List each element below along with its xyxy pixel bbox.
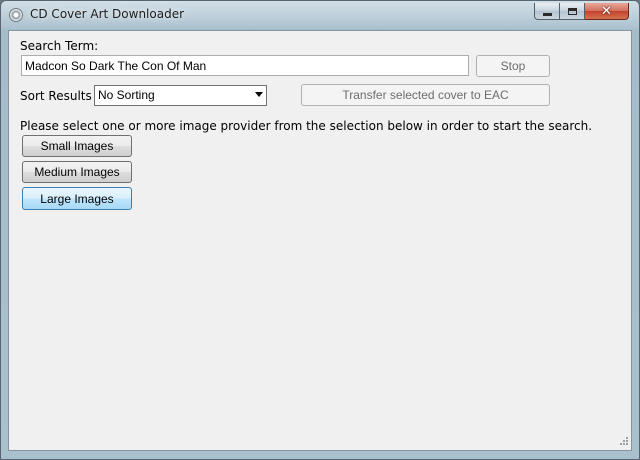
search-term-input[interactable]: Madcon So Dark The Con Of Man [21,55,469,76]
sort-results-select[interactable]: No Sorting [94,85,267,106]
minimize-icon [542,12,552,16]
small-images-button[interactable]: Small Images [22,135,132,157]
app-window: CD Cover Art Downloader ✕ Search Term: M… [0,0,640,460]
window-title: CD Cover Art Downloader [30,7,185,21]
maximize-icon [567,7,577,15]
client-area: Search Term: Madcon So Dark The Con Of M… [8,30,632,451]
cd-disc-icon[interactable] [9,8,23,22]
large-images-button[interactable]: Large Images [22,187,132,210]
chevron-down-icon [255,92,263,97]
stop-button[interactable]: Stop [476,55,550,77]
maximize-button[interactable] [560,3,585,20]
instructions-text: Please select one or more image provider… [20,119,593,133]
close-icon: ✕ [601,3,612,19]
medium-images-button[interactable]: Medium Images [22,161,132,183]
search-term-label: Search Term: [20,39,99,53]
minimize-button[interactable] [534,3,560,20]
resize-grip-icon[interactable] [617,436,629,448]
title-bar[interactable]: CD Cover Art Downloader ✕ [1,1,639,29]
sort-results-value: No Sorting [98,88,155,102]
transfer-cover-button[interactable]: Transfer selected cover to EAC [301,84,550,106]
close-button[interactable]: ✕ [585,3,629,20]
sort-results-label: Sort Results : [20,89,100,103]
